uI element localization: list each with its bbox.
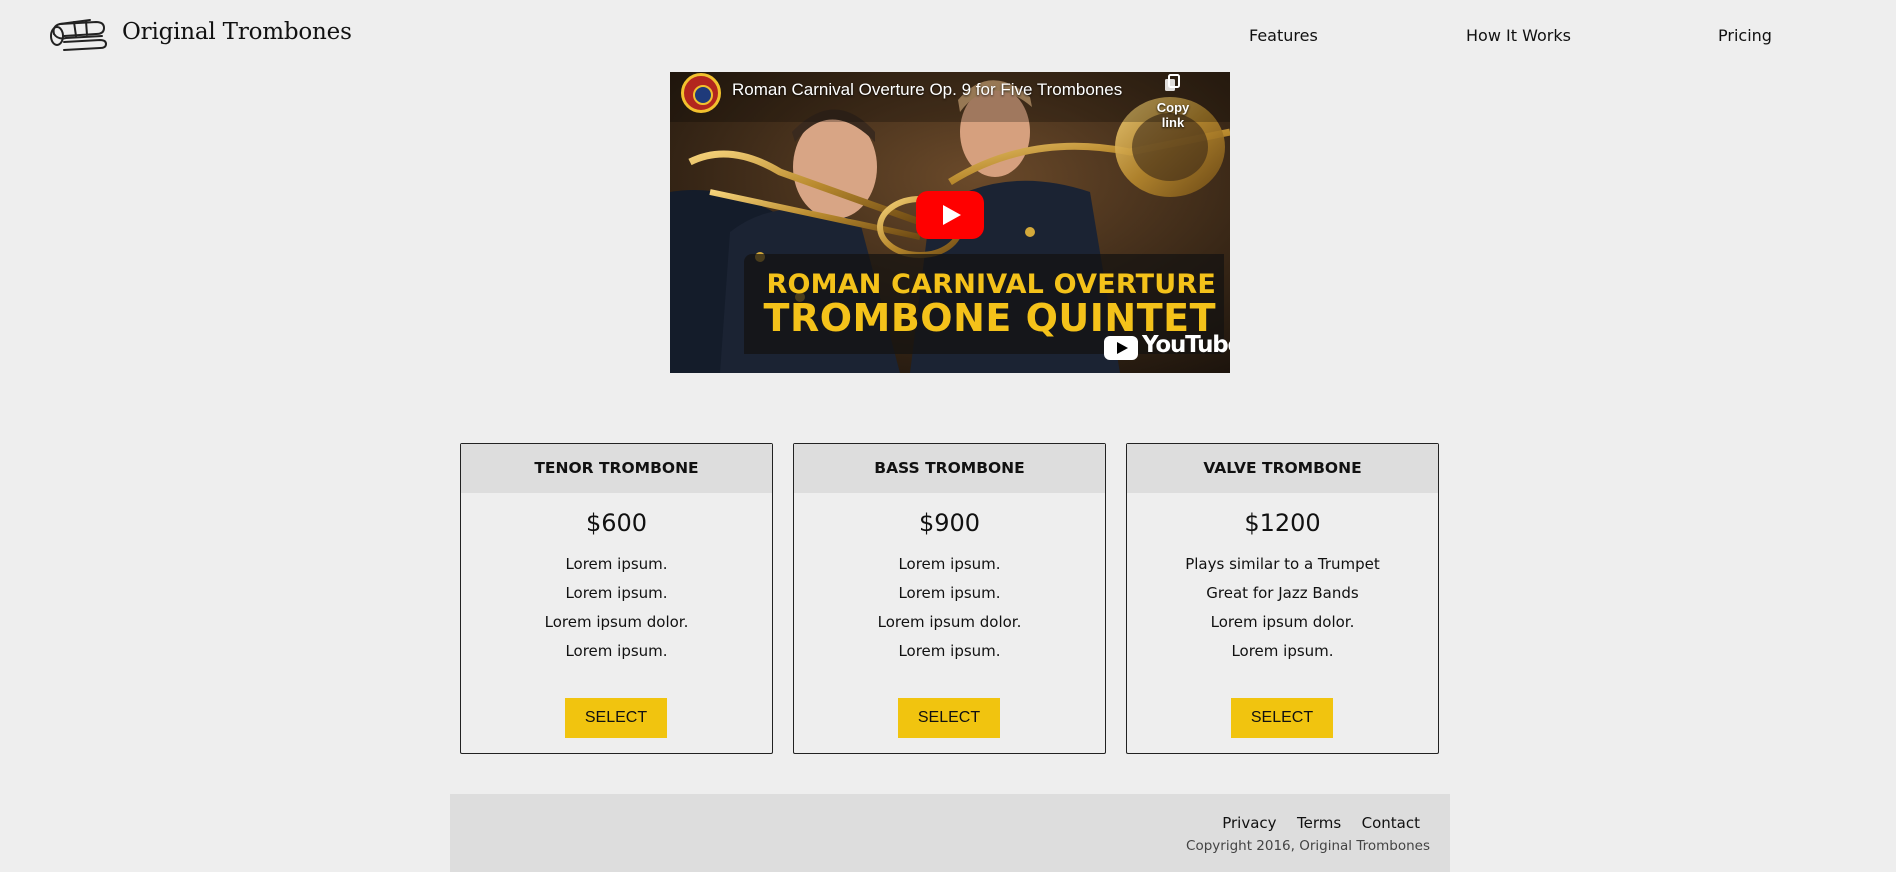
feature-item: Lorem ipsum. <box>565 642 668 660</box>
select-tenor-button[interactable]: SELECT <box>565 698 667 738</box>
nav-pricing[interactable]: Pricing <box>1718 26 1772 45</box>
footer: Privacy Terms Contact Copyright 2016, Or… <box>450 794 1450 872</box>
plan-card-bass: BASS TROMBONE $900 Lorem ipsum. Lorem ip… <box>793 443 1106 754</box>
feature-item: Lorem ipsum dolor. <box>544 613 689 631</box>
feature-item: Lorem ipsum. <box>898 584 1001 602</box>
copy-link-label: Copy link <box>1156 100 1190 130</box>
plan-price: $600 <box>585 509 648 537</box>
feature-item: Lorem ipsum. <box>565 584 668 602</box>
trombone-icon[interactable] <box>50 14 108 52</box>
header: Original Trombones Features How It Works… <box>0 0 1896 72</box>
footer-terms-link[interactable]: Terms <box>1297 814 1341 832</box>
footer-contact-link[interactable]: Contact <box>1362 814 1420 832</box>
copy-icon <box>1165 74 1180 91</box>
footer-privacy-link[interactable]: Privacy <box>1222 814 1276 832</box>
feature-item: Lorem ipsum dolor. <box>1210 613 1355 631</box>
plan-card-valve: VALVE TROMBONE $1200 Plays similar to a … <box>1126 443 1439 754</box>
feature-list: Plays similar to a Trumpet Great for Jaz… <box>1127 550 1438 666</box>
feature-item: Lorem ipsum. <box>898 555 1001 573</box>
plan-name: VALVE TROMBONE <box>1127 444 1438 493</box>
video-title[interactable]: Roman Carnival Overture Op. 9 for Five T… <box>732 80 1122 100</box>
copy-link-button[interactable]: Copy link <box>1144 72 1202 130</box>
youtube-icon <box>1104 336 1138 360</box>
channel-avatar[interactable] <box>681 73 721 113</box>
video-embed[interactable]: Roman Carnival Overture Op. 9 for Five T… <box>670 72 1230 373</box>
brand-name[interactable]: Original Trombones <box>122 19 352 45</box>
plan-price: $1200 <box>1244 509 1321 537</box>
plan-name: BASS TROMBONE <box>794 444 1105 493</box>
feature-list: Lorem ipsum. Lorem ipsum. Lorem ipsum do… <box>461 550 772 666</box>
plan-name: TENOR TROMBONE <box>461 444 772 493</box>
copyright: Copyright 2016, Original Trombones <box>1186 838 1430 854</box>
plan-card-tenor: TENOR TROMBONE $600 Lorem ipsum. Lorem i… <box>460 443 773 754</box>
feature-item: Great for Jazz Bands <box>1206 584 1359 602</box>
nav-features[interactable]: Features <box>1249 26 1318 45</box>
feature-list: Lorem ipsum. Lorem ipsum. Lorem ipsum do… <box>794 550 1105 666</box>
feature-item: Lorem ipsum dolor. <box>877 613 1022 631</box>
select-valve-button[interactable]: SELECT <box>1231 698 1333 738</box>
feature-item: Lorem ipsum. <box>1231 642 1334 660</box>
play-icon[interactable] <box>916 191 984 239</box>
footer-links: Privacy Terms Contact <box>1206 814 1420 833</box>
youtube-wordmark: YouTube <box>1142 332 1230 358</box>
page: Original Trombones Features How It Works… <box>0 0 1896 872</box>
plan-price: $900 <box>918 509 981 537</box>
select-bass-button[interactable]: SELECT <box>898 698 1000 738</box>
feature-item: Plays similar to a Trumpet <box>1185 555 1380 573</box>
feature-item: Lorem ipsum. <box>898 642 1001 660</box>
nav-how-it-works[interactable]: How It Works <box>1466 26 1571 45</box>
youtube-watermark[interactable]: YouTube <box>1104 332 1230 362</box>
feature-item: Lorem ipsum. <box>565 555 668 573</box>
